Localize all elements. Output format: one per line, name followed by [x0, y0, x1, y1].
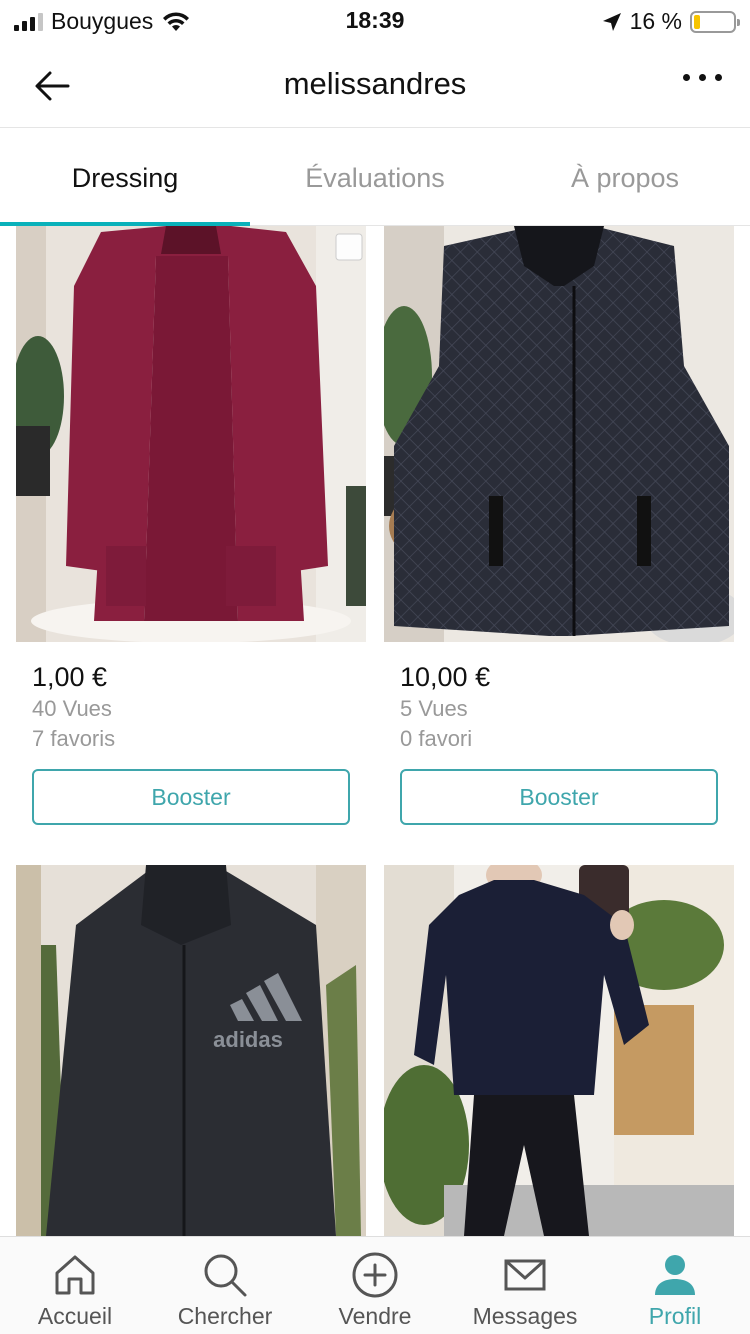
battery-icon	[690, 10, 740, 33]
item-photo-adidas-hoodie[interactable]: adidas	[16, 865, 366, 1236]
home-icon	[55, 1255, 95, 1295]
item-views: 40 Vues	[32, 696, 112, 721]
tab-evaluations[interactable]: Évaluations	[250, 129, 500, 225]
booster-button[interactable]: Booster	[32, 769, 350, 825]
item-favorites: 0 favori	[400, 726, 473, 751]
mail-icon	[504, 1259, 546, 1291]
plus-circle-icon	[352, 1252, 398, 1298]
profile-icon	[655, 1255, 695, 1295]
page-title: melissandres	[283, 66, 467, 101]
nav-profile[interactable]: Profil	[600, 1237, 750, 1334]
booster-button[interactable]: Booster	[400, 769, 718, 825]
svg-text:adidas: adidas	[213, 1027, 283, 1052]
nav-messages-label: Messages	[472, 1303, 578, 1329]
nav-profile-label: Profil	[648, 1303, 702, 1329]
item-price: 1,00 €	[32, 662, 108, 692]
nav-sell-label: Vendre	[338, 1303, 412, 1329]
item-photo-navy-sweater[interactable]	[384, 865, 734, 1236]
nav-home[interactable]: Accueil	[0, 1237, 150, 1334]
dressing-grid: 1,00 € 40 Vues 7 favoris Booster 10,00 €…	[0, 226, 750, 1236]
nav-messages[interactable]: Messages	[450, 1237, 600, 1334]
item-card[interactable]	[384, 865, 734, 1236]
item-photo-cardigan[interactable]	[16, 226, 366, 642]
item-photo-vest[interactable]	[384, 226, 734, 642]
item-card[interactable]: 10,00 € 5 Vues 0 favori Booster	[384, 226, 734, 846]
location-arrow-icon	[602, 12, 621, 31]
item-views: 5 Vues	[400, 696, 468, 721]
item-favorites: 7 favoris	[32, 726, 116, 751]
search-icon	[204, 1254, 247, 1297]
nav-home-label: Accueil	[37, 1303, 113, 1329]
nav-sell[interactable]: Vendre	[300, 1237, 450, 1334]
nav-search-label: Chercher	[177, 1303, 273, 1329]
battery-percentage: 16 %	[629, 8, 682, 34]
item-card[interactable]: 1,00 € 40 Vues 7 favoris Booster	[16, 226, 366, 846]
more-options-icon[interactable]	[683, 74, 722, 81]
tab-dressing[interactable]: Dressing	[0, 129, 250, 226]
profile-header: melissandres	[0, 42, 750, 128]
status-bar: Bouygues 18:39 16 %	[0, 0, 750, 42]
item-price: 10,00 €	[400, 662, 491, 692]
profile-tabs: Dressing Évaluations À propos	[0, 129, 750, 226]
item-card[interactable]: adidas	[16, 865, 366, 1236]
tab-about[interactable]: À propos	[500, 129, 750, 225]
nav-search[interactable]: Chercher	[150, 1237, 300, 1334]
bottom-navigation: Accueil Chercher Vendre Messages Profil	[0, 1236, 750, 1334]
